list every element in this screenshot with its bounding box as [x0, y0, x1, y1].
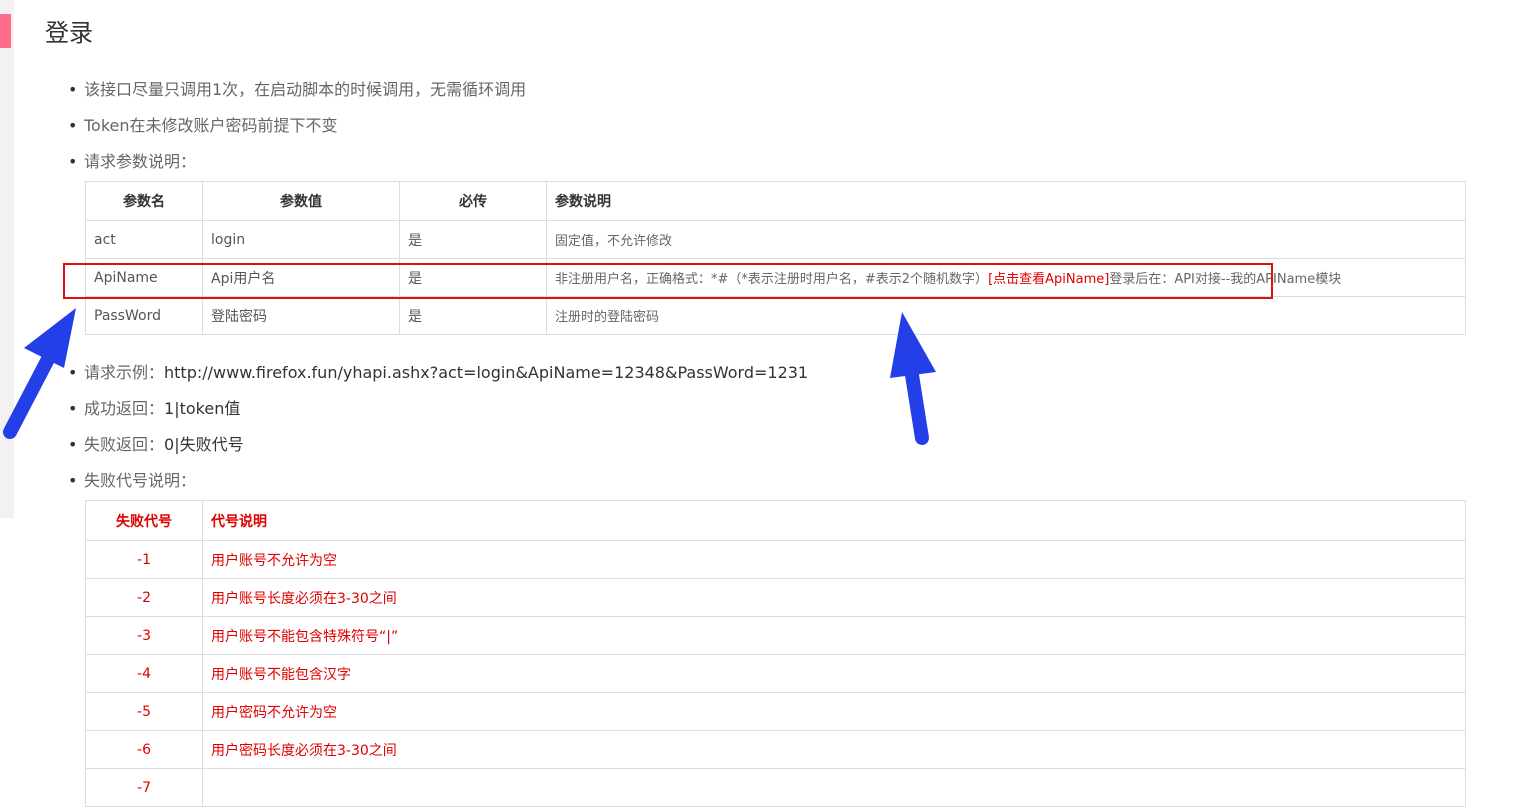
- error-code: -7: [85, 768, 203, 807]
- table-row: -4 用户账号不能包含汉字: [85, 654, 1466, 693]
- error-code: -6: [85, 730, 203, 769]
- error-message: 用户密码长度必须在3-30之间: [202, 730, 1466, 769]
- param-name: PassWord: [85, 296, 203, 335]
- column-header: 参数说明: [546, 181, 1466, 221]
- table-header-row: 失败代号 代号说明: [85, 500, 1466, 541]
- list-item: 请求参数说明：: [68, 144, 526, 180]
- table-row: ApiName Api用户名 是 非注册用户名，正确格式：*#（*表示注册时用户…: [85, 258, 1466, 297]
- column-header: 参数值: [202, 181, 400, 221]
- error-message: 用户账号不能包含汉字: [202, 654, 1466, 693]
- section-accent-bar: [0, 14, 11, 48]
- param-description: 非注册用户名，正确格式：*#（*表示注册时用户名，#表示2个随机数字）[点击查看…: [546, 258, 1466, 297]
- column-header: 失败代号: [85, 500, 203, 541]
- column-header: 必传: [399, 181, 547, 221]
- error-message: 用户账号长度必须在3-30之间: [202, 578, 1466, 617]
- list-item: 失败返回：0|失败代号: [68, 427, 808, 463]
- view-apiname-link[interactable]: [点击查看ApiName]: [988, 272, 1109, 287]
- request-params-table: 参数名 参数值 必传 参数说明 act login 是 固定值，不允许修改 Ap…: [85, 181, 1466, 335]
- table-row: -5 用户密码不允许为空: [85, 692, 1466, 731]
- param-value: 登陆密码: [202, 296, 400, 335]
- table-row: -6 用户密码长度必须在3-30之间: [85, 730, 1466, 769]
- success-return-value: 1|token值: [164, 399, 241, 418]
- arrow-icon: [3, 308, 76, 439]
- error-message: 用户账号不允许为空: [202, 540, 1466, 579]
- response-notes-list: 请求示例：http://www.firefox.fun/yhapi.ashx?a…: [68, 355, 808, 499]
- list-item: 成功返回：1|token值: [68, 391, 808, 427]
- list-item: 失败代号说明：: [68, 463, 808, 499]
- param-required: 是: [399, 258, 547, 297]
- error-code: -2: [85, 578, 203, 617]
- list-item: 该接口尽量只调用1次，在启动脚本的时候调用，无需循环调用: [68, 72, 526, 108]
- column-header: 代号说明: [202, 500, 1466, 541]
- table-row: -7: [85, 768, 1466, 807]
- list-item: Token在未修改账户密码前提下不变: [68, 108, 526, 144]
- table-row: PassWord 登陆密码 是 注册时的登陆密码: [85, 296, 1466, 335]
- param-value: Api用户名: [202, 258, 400, 297]
- request-example-url: http://www.firefox.fun/yhapi.ashx?act=lo…: [164, 363, 809, 382]
- error-message: 用户密码不允许为空: [202, 692, 1466, 731]
- table-row: act login 是 固定值，不允许修改: [85, 220, 1466, 259]
- table-row: -3 用户账号不能包含特殊符号“|”: [85, 616, 1466, 655]
- table-row: -2 用户账号长度必须在3-30之间: [85, 578, 1466, 617]
- error-codes-table: 失败代号 代号说明 -1 用户账号不允许为空 -2 用户账号长度必须在3-30之间 …: [85, 500, 1466, 807]
- notes-list: 该接口尽量只调用1次，在启动脚本的时候调用，无需循环调用 Token在未修改账户…: [68, 72, 526, 180]
- error-code: -5: [85, 692, 203, 731]
- error-message: [202, 768, 1466, 807]
- param-value: login: [202, 220, 400, 259]
- list-item: 请求示例：http://www.firefox.fun/yhapi.ashx?a…: [68, 355, 808, 391]
- param-name: ApiName: [85, 258, 203, 297]
- param-required: 是: [399, 296, 547, 335]
- param-description: 固定值，不允许修改: [546, 220, 1466, 259]
- error-code: -1: [85, 540, 203, 579]
- table-header-row: 参数名 参数值 必传 参数说明: [85, 181, 1466, 221]
- failure-return-value: 0|失败代号: [164, 435, 244, 454]
- column-header: 参数名: [85, 181, 203, 221]
- param-required: 是: [399, 220, 547, 259]
- page-title: 登录: [45, 19, 93, 47]
- error-code: -4: [85, 654, 203, 693]
- error-message: 用户账号不能包含特殊符号“|”: [202, 616, 1466, 655]
- error-code: -3: [85, 616, 203, 655]
- param-name: act: [85, 220, 203, 259]
- left-gutter: [0, 0, 14, 518]
- table-row: -1 用户账号不允许为空: [85, 540, 1466, 579]
- param-description: 注册时的登陆密码: [546, 296, 1466, 335]
